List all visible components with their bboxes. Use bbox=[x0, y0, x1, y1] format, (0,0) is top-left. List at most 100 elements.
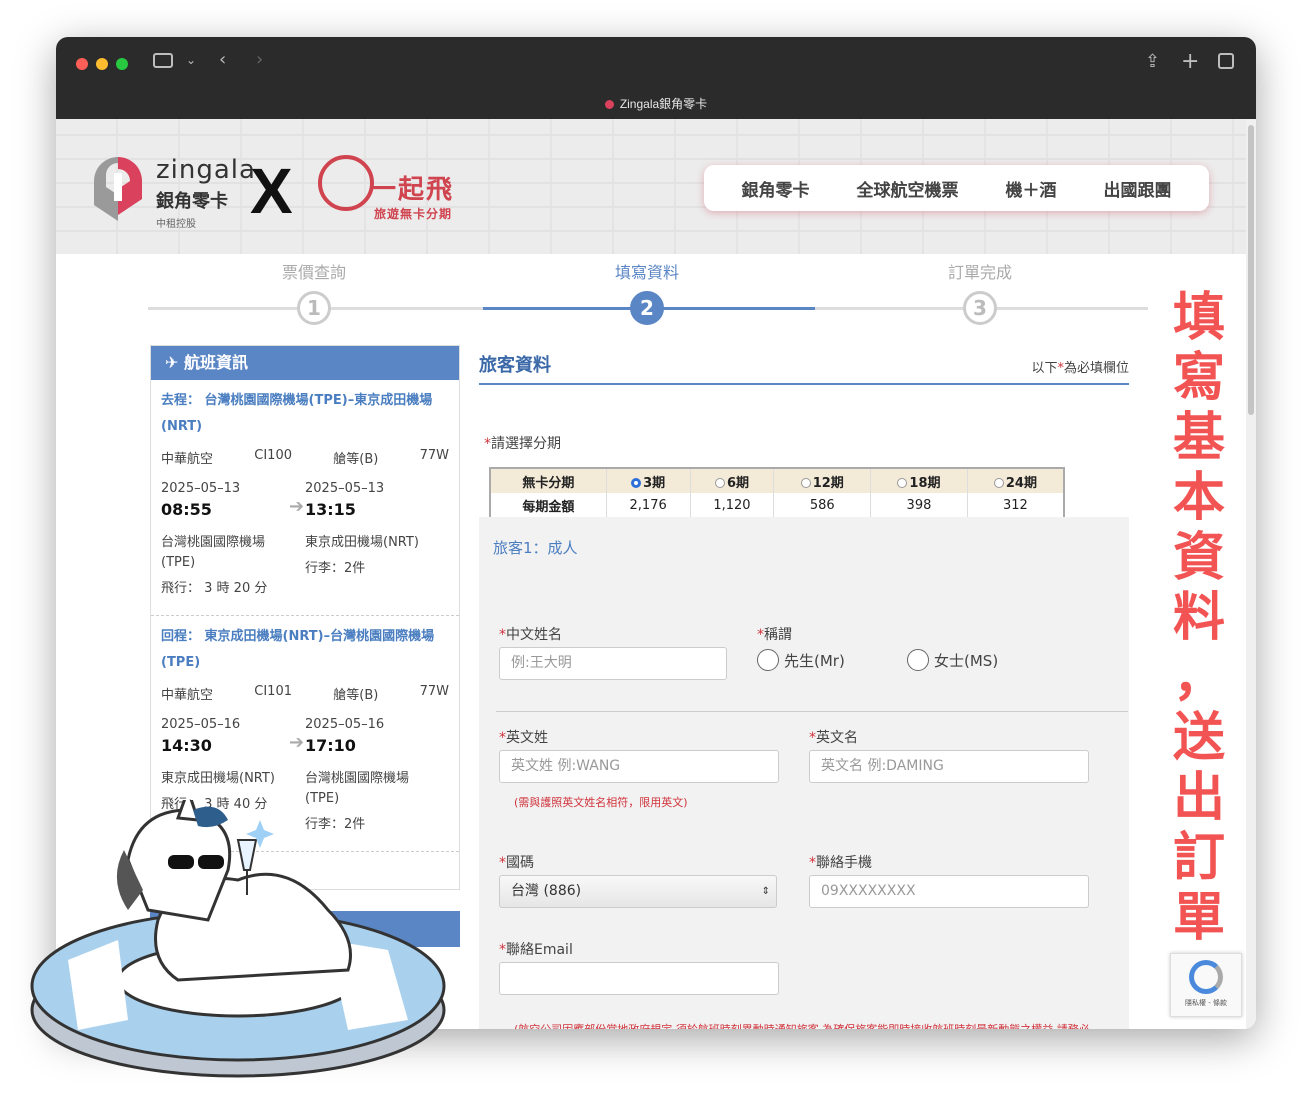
country-code-label-text: 國碼 bbox=[506, 855, 534, 871]
return-route-text: 東京成田機場(NRT)–台灣桃園國際機場(TPE) bbox=[161, 629, 435, 670]
partner-logo: 一起飛 旅遊無卡分期 bbox=[318, 155, 468, 225]
return-prefix: 回程： bbox=[161, 629, 201, 644]
nav-item-zingala[interactable]: 銀角零卡 bbox=[742, 176, 810, 201]
email-label: *聯絡Email bbox=[499, 942, 573, 958]
page-scrollbar[interactable] bbox=[1246, 119, 1256, 1029]
outbound-prefix: 去程： bbox=[161, 393, 201, 408]
brand-sub: 中租控股 bbox=[156, 219, 196, 230]
installment-row-label: 無卡分期 bbox=[491, 469, 607, 493]
return-cabin: 艙等(B) bbox=[333, 688, 379, 703]
sidebar-icon[interactable] bbox=[153, 53, 173, 68]
title-mr-label[interactable]: 先生(Mr) bbox=[784, 650, 845, 671]
nav-item-flights[interactable]: 全球航空機票 bbox=[857, 176, 959, 201]
side-caption-char: 單 bbox=[1172, 888, 1225, 948]
outbound-route-text: 台灣桃園國際機場(TPE)–東京成田機場(NRT) bbox=[161, 393, 433, 434]
radio-icon[interactable] bbox=[897, 477, 908, 488]
chevron-down-icon[interactable]: ⌄ bbox=[186, 53, 196, 67]
minimize-window-button[interactable] bbox=[96, 58, 108, 70]
side-caption-char: 料 bbox=[1172, 588, 1225, 648]
zoom-window-button[interactable] bbox=[116, 58, 128, 70]
browser-tab[interactable]: Zingala銀角零卡 bbox=[56, 95, 1256, 112]
country-code-select[interactable]: 台灣 (886) ⇕ bbox=[499, 875, 777, 908]
outbound-dep-airport: 台灣桃園國際機場(TPE) bbox=[161, 535, 266, 570]
recaptcha-badge[interactable]: 隱私權 - 條款 bbox=[1170, 953, 1242, 1017]
surname-input[interactable]: 英文姓 例:WANG bbox=[499, 750, 779, 783]
installment-table: 無卡分期 3期 6期 12期 18期 24期 每期金額 2,176 1,120 … bbox=[489, 467, 1065, 519]
amount-3: 2,176 bbox=[606, 493, 691, 517]
outbound-leg: 去程： 台灣桃園國際機場(TPE)–東京成田機場(NRT) 中華航空 CI100… bbox=[151, 380, 459, 616]
installment-option-6[interactable]: 6期 bbox=[690, 469, 775, 493]
passenger-title: 旅客1：成人 bbox=[493, 539, 578, 557]
step-1-circle: 1 bbox=[297, 291, 331, 325]
outbound-flight-no: CI100 bbox=[254, 448, 292, 463]
radio-icon[interactable] bbox=[714, 477, 725, 488]
outbound-cabin: 艙等(B) bbox=[333, 452, 379, 467]
mobile-input[interactable]: 09XXXXXXXX bbox=[809, 875, 1089, 908]
installment-option-3[interactable]: 3期 bbox=[606, 469, 691, 493]
chinese-name-label: *中文姓名 bbox=[499, 627, 562, 643]
step-1-label: 票價查詢 bbox=[281, 263, 346, 282]
given-name-input[interactable]: 英文名 例:DAMING bbox=[809, 750, 1089, 783]
new-tab-icon[interactable]: + bbox=[1181, 49, 1199, 74]
outbound-dep-time: 08:55 bbox=[161, 500, 212, 519]
step-3-circle: 3 bbox=[963, 291, 997, 325]
mobile-label: *聯絡手機 bbox=[809, 855, 872, 871]
installment-option-label: 3期 bbox=[643, 475, 666, 491]
share-icon[interactable]: ⇪ bbox=[1145, 51, 1160, 72]
outbound-arr-time: 13:15 bbox=[305, 500, 356, 519]
side-caption-char: ， bbox=[1172, 648, 1225, 708]
brand-text: zingala 銀角零卡 中租控股 bbox=[156, 155, 256, 230]
outbound-flight-row: 中華航空 CI100 艙等(B) 77W bbox=[161, 448, 449, 467]
country-code-label: *國碼 bbox=[499, 855, 534, 871]
tab-title-label: Zingala銀角零卡 bbox=[619, 97, 708, 111]
return-dep-date: 2025–05–16 bbox=[161, 717, 241, 732]
return-flight-row: 中華航空 CI101 艙等(B) 77W bbox=[161, 684, 449, 703]
surname-label-text: 英文姓 bbox=[506, 730, 548, 746]
recaptcha-text[interactable]: 隱私權 - 條款 bbox=[1171, 998, 1241, 1008]
form-divider bbox=[496, 711, 1128, 712]
given-name-label: *英文名 bbox=[809, 730, 858, 746]
outbound-airports: 台灣桃園國際機場(TPE) 飛行： 3 時 20 分 東京成田機場(NRT) 行李：… bbox=[161, 533, 449, 599]
installment-option-24[interactable]: 24期 bbox=[967, 469, 1063, 493]
installment-label-text: 請選擇分期 bbox=[491, 436, 561, 452]
installment-option-label: 18期 bbox=[909, 475, 941, 491]
step-2-label: 填寫資料 bbox=[614, 263, 679, 282]
outbound-arr-date: 2025–05–13 bbox=[305, 481, 385, 496]
radio-icon[interactable] bbox=[800, 477, 811, 488]
outbound-baggage: 行李：2件 bbox=[305, 561, 366, 576]
chinese-name-input[interactable]: 例:王大明 bbox=[499, 647, 727, 680]
outbound-times: 2025–05–13 08:55 2025–05–13 13:15 bbox=[161, 481, 449, 519]
nav-item-flight-hotel[interactable]: 機＋酒 bbox=[1006, 176, 1057, 201]
scrollbar-thumb[interactable] bbox=[1248, 125, 1254, 415]
title-mr-radio[interactable] bbox=[757, 649, 779, 671]
unicorn-mascot-icon bbox=[30, 800, 446, 1078]
outbound-airline: 中華航空 bbox=[161, 452, 214, 467]
forward-icon[interactable]: › bbox=[256, 49, 263, 70]
given-label-text: 英文名 bbox=[816, 730, 858, 746]
arrow-right-icon: ➔ bbox=[289, 732, 305, 753]
outbound-duration: 飛行： 3 時 20 分 bbox=[161, 581, 268, 596]
amount-12: 586 bbox=[773, 493, 872, 517]
radio-selected-icon[interactable] bbox=[631, 477, 642, 488]
return-flight-no: CI101 bbox=[254, 684, 292, 699]
installment-option-18[interactable]: 18期 bbox=[870, 469, 968, 493]
browser-titlebar: ⌄ ‹ › ⇪ + Zingala銀角零卡 bbox=[56, 37, 1256, 119]
close-window-button[interactable] bbox=[76, 58, 88, 70]
installment-option-label: 12期 bbox=[812, 475, 844, 491]
progress-steps: 票價查詢 填寫資料 訂單完成 1 2 3 bbox=[148, 259, 1148, 339]
side-caption-char: 本 bbox=[1172, 468, 1225, 528]
back-icon[interactable]: ‹ bbox=[219, 49, 226, 70]
tab-overview-icon[interactable] bbox=[1218, 53, 1234, 69]
required-note-prefix: 以下 bbox=[1031, 361, 1058, 376]
nav-item-tours[interactable]: 出國跟團 bbox=[1104, 176, 1172, 201]
flight-info-header: ✈ 航班資訊 bbox=[151, 346, 459, 380]
return-arr-date: 2025–05–16 bbox=[305, 717, 385, 732]
required-note-suffix: 為必填欄位 bbox=[1063, 361, 1129, 376]
email-input[interactable] bbox=[499, 962, 779, 995]
amount-24: 312 bbox=[1003, 497, 1028, 513]
email-label-text: 聯絡Email bbox=[506, 942, 573, 958]
title-ms-label[interactable]: 女士(MS) bbox=[934, 650, 998, 671]
radio-icon[interactable] bbox=[993, 477, 1004, 488]
installment-option-12[interactable]: 12期 bbox=[773, 469, 872, 493]
title-ms-radio[interactable] bbox=[907, 649, 929, 671]
